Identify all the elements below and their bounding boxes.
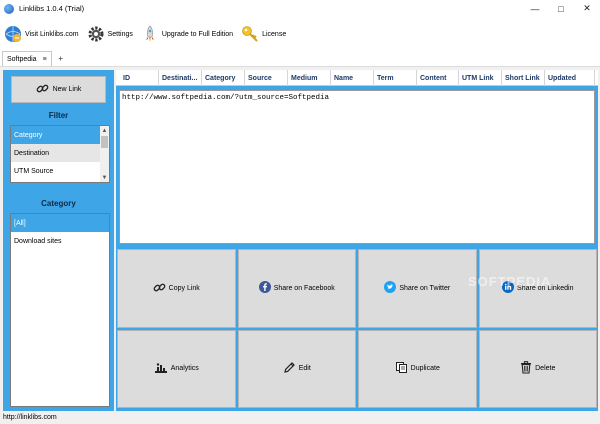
copy-link-button[interactable]: Copy Link <box>117 249 236 328</box>
facebook-icon <box>258 281 271 295</box>
share-facebook-label: Share on Facebook <box>273 284 335 292</box>
duplicate-icon <box>395 361 408 376</box>
column-source[interactable]: Source <box>245 70 288 86</box>
title-bar: Linklibs 1.0.4 (Trial) — □ ✕ <box>0 0 600 17</box>
share-twitter-label: Share on Twitter <box>399 284 451 292</box>
left-panel: New Link Filter Category Destination UTM… <box>3 70 114 411</box>
toolbar: Visit Linklibs.com Settings Upgrade to F… <box>0 17 600 51</box>
links-grid-header: ID Destinati... Category Source Medium N… <box>116 70 598 86</box>
tab-label: Softpedia <box>7 55 37 63</box>
analytics-label: Analytics <box>170 365 199 373</box>
close-icon[interactable]: ✕ <box>574 0 600 17</box>
license-button[interactable]: License <box>237 19 290 49</box>
maximize-icon[interactable]: □ <box>548 0 574 17</box>
settings-button[interactable]: Settings <box>83 19 137 49</box>
rocket-icon <box>141 25 159 43</box>
scroll-thumb[interactable] <box>101 136 108 148</box>
license-label: License <box>262 30 287 38</box>
pencil-icon <box>283 361 296 376</box>
share-facebook-button[interactable]: Share on Facebook <box>237 249 356 328</box>
filter-item-utm-source[interactable]: UTM Source <box>11 162 101 180</box>
tab-strip: Softpedia ≡ + <box>0 51 600 67</box>
right-panel: ID Destinati... Category Source Medium N… <box>116 70 598 411</box>
filter-item-destination[interactable]: Destination <box>11 144 101 162</box>
category-heading: Category <box>41 198 76 208</box>
settings-label: Settings <box>107 30 133 38</box>
new-link-button[interactable]: New Link <box>11 76 106 103</box>
column-short-link[interactable]: Short Link <box>502 70 545 86</box>
window-controls: — □ ✕ <box>522 0 600 17</box>
analytics-icon <box>154 362 168 376</box>
twitter-icon <box>384 281 397 295</box>
action-button-grid: Copy Link Share on Facebook Share on Twi… <box>117 249 597 408</box>
column-id[interactable]: ID <box>120 70 159 86</box>
filter-list[interactable]: Category Destination UTM Source ▲ ▼ <box>10 125 110 183</box>
copy-link-label: Copy Link <box>168 284 200 292</box>
delete-button[interactable]: Delete <box>478 329 597 408</box>
gear-icon <box>87 25 105 43</box>
tab-softpedia[interactable]: Softpedia ≡ <box>2 51 52 66</box>
trash-icon <box>520 361 532 376</box>
scroll-up-icon[interactable]: ▲ <box>100 126 109 135</box>
column-utm-link[interactable]: UTM Link <box>459 70 502 86</box>
visit-website-label: Visit Linklibs.com <box>25 30 79 38</box>
globe-link-icon <box>4 25 22 43</box>
scroll-down-icon[interactable]: ▼ <box>100 173 109 182</box>
filter-item-category[interactable]: Category <box>11 126 101 144</box>
new-link-label: New Link <box>52 86 82 93</box>
column-updated[interactable]: Updated <box>545 70 595 86</box>
hamburger-menu-icon[interactable]: ≡ <box>43 56 47 63</box>
column-destination[interactable]: Destinati... <box>159 70 202 86</box>
column-category[interactable]: Category <box>202 70 245 86</box>
app-icon <box>4 3 14 14</box>
chain-link-icon <box>36 82 49 97</box>
generated-url: http://www.softpedia.com/?utm_source=Sof… <box>122 94 330 102</box>
delete-label: Delete <box>535 365 556 373</box>
filter-scrollbar[interactable]: ▲ ▼ <box>100 126 109 182</box>
add-tab-button[interactable]: + <box>54 51 68 66</box>
status-bar: http://linklibs.com <box>0 411 600 424</box>
visit-website-button[interactable]: Visit Linklibs.com <box>0 19 83 49</box>
duplicate-label: Duplicate <box>410 365 440 373</box>
share-twitter-button[interactable]: Share on Twitter <box>358 249 477 328</box>
window-title: Linklibs 1.0.4 (Trial) <box>19 4 85 13</box>
category-item-all[interactable]: [All] <box>11 214 109 232</box>
chain-link-icon <box>153 281 166 296</box>
column-term[interactable]: Term <box>374 70 417 86</box>
edit-label: Edit <box>298 365 311 373</box>
minimize-icon[interactable]: — <box>522 0 548 17</box>
duplicate-button[interactable]: Duplicate <box>358 329 477 408</box>
column-name[interactable]: Name <box>331 70 374 86</box>
softpedia-watermark: SOFTPEDIA <box>468 274 552 289</box>
category-item-download-sites[interactable]: Download sites <box>11 232 109 250</box>
upgrade-button[interactable]: Upgrade to Full Edition <box>137 19 237 49</box>
status-url: http://linklibs.com <box>3 414 57 421</box>
edit-button[interactable]: Edit <box>237 329 356 408</box>
filter-heading: Filter <box>48 110 69 120</box>
key-icon <box>241 25 259 43</box>
upgrade-label: Upgrade to Full Edition <box>161 30 234 38</box>
column-content[interactable]: Content <box>417 70 459 86</box>
column-medium[interactable]: Medium <box>288 70 331 86</box>
url-output-area[interactable]: http://www.softpedia.com/?utm_source=Sof… <box>119 90 595 244</box>
category-list[interactable]: [All] Download sites <box>10 213 110 407</box>
analytics-button[interactable]: Analytics <box>117 329 236 408</box>
